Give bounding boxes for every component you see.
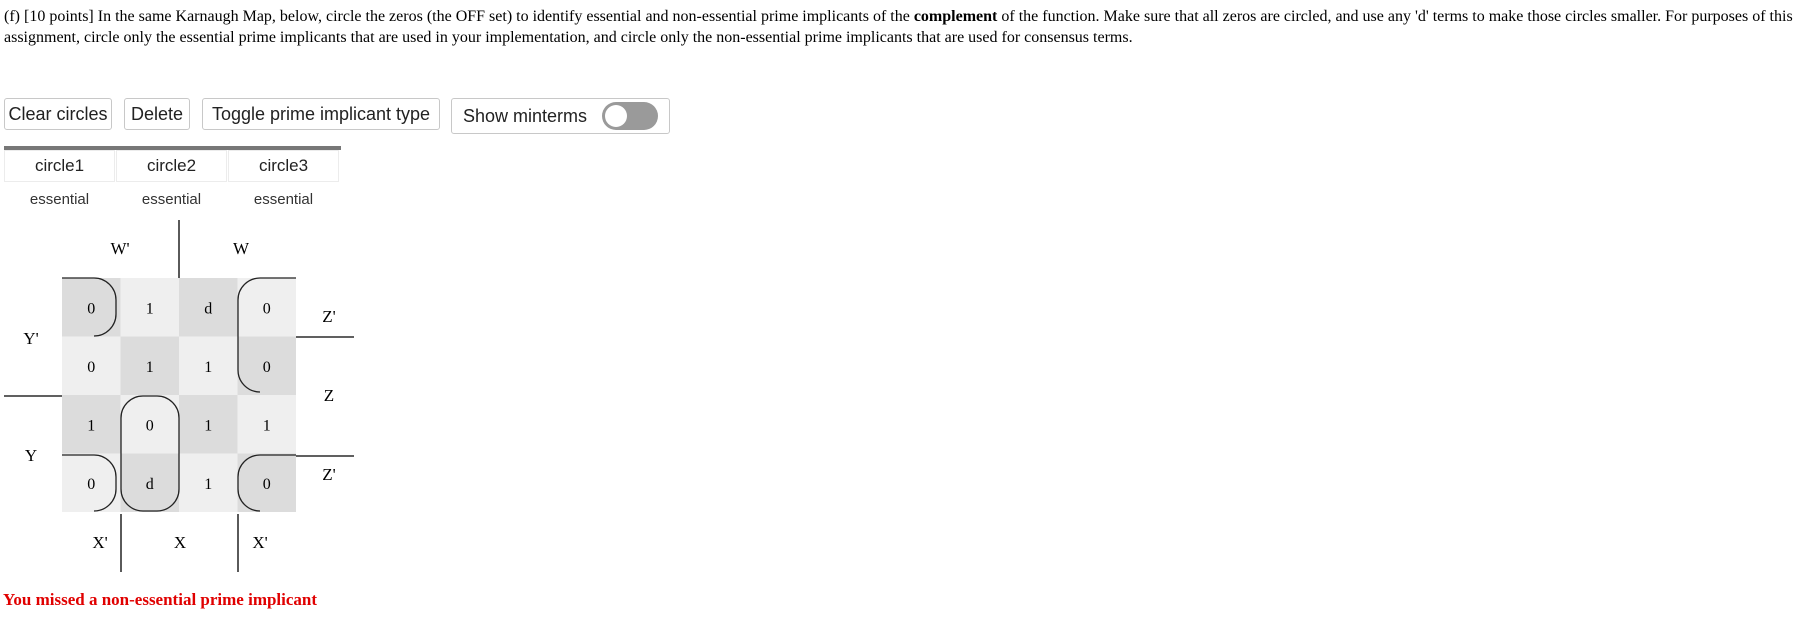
label-y-bar: Y'	[23, 329, 38, 348]
question-text: (f) [10 points] In the same Karnaugh Map…	[4, 6, 1804, 48]
circle-column[interactable]: circle3 essential	[228, 150, 340, 216]
label-z-bar-bottom: Z'	[322, 465, 335, 484]
circle-type: essential	[29, 190, 90, 208]
kmap-cell[interactable]	[62, 278, 121, 337]
toggle-knob	[605, 105, 627, 127]
kmap-cell[interactable]	[62, 336, 121, 396]
label-z: Z	[324, 386, 334, 405]
circle-type: essential	[141, 190, 202, 208]
kmap-cell[interactable]	[179, 278, 238, 337]
delete-button[interactable]: Delete	[124, 98, 190, 130]
circle-name[interactable]: circle2	[116, 150, 227, 182]
show-minterms-toggle[interactable]: Show minterms	[451, 98, 670, 134]
question-prefix: (f) [10 points] In the same Karnaugh Map…	[4, 8, 914, 25]
kmap-cell[interactable]	[179, 395, 238, 454]
kmap-cell[interactable]	[179, 453, 238, 513]
kmap-cell[interactable]	[237, 453, 297, 513]
kmap-cell[interactable]	[120, 395, 180, 454]
kmap-cell[interactable]	[237, 336, 297, 396]
circle-name[interactable]: circle1	[4, 150, 115, 182]
circle-name[interactable]: circle3	[228, 150, 339, 182]
circles-table: circle1 essential circle2 essential circ…	[4, 146, 341, 216]
label-y: Y	[25, 446, 37, 465]
karnaugh-map: 0 1 d 00 1 1 01 0 1 10 d 1 0 W' W Y' Y Z' Z Z' X' X …	[4, 220, 354, 572]
kmap-cell[interactable]	[120, 336, 180, 396]
feedback-message: You missed a non-essential prime implica…	[3, 590, 318, 609]
kmap-cell[interactable]	[237, 395, 297, 454]
clear-circles-button[interactable]: Clear circles	[4, 98, 112, 130]
kmap-cell[interactable]	[237, 278, 297, 337]
label-w-bar: W'	[110, 239, 129, 258]
question-bold: complement	[913, 8, 998, 25]
label-x-bar-left: X'	[92, 533, 107, 552]
circle-column[interactable]: circle2 essential	[116, 150, 228, 216]
kmap-cell[interactable]	[179, 336, 238, 396]
label-x: X	[174, 533, 186, 552]
label-z-bar-top: Z'	[322, 307, 335, 326]
toggle-switch[interactable]	[602, 102, 658, 130]
kmap-cell[interactable]	[62, 453, 121, 513]
label-w: W	[233, 239, 250, 258]
show-minterms-label: Show minterms	[463, 106, 588, 126]
toggle-prime-implicant-type-button[interactable]: Toggle prime implicant type	[202, 98, 440, 130]
kmap-cells: 0 1 d 00 1 1 01 0 1 10 d 1 0	[62, 278, 296, 512]
kmap-cell[interactable]	[120, 278, 180, 337]
kmap-cell[interactable]	[62, 395, 121, 454]
kmap-cell[interactable]	[120, 453, 180, 513]
circle-type: essential	[253, 190, 314, 208]
circle-column[interactable]: circle1 essential	[4, 150, 116, 216]
label-x-bar-right: X'	[252, 533, 267, 552]
